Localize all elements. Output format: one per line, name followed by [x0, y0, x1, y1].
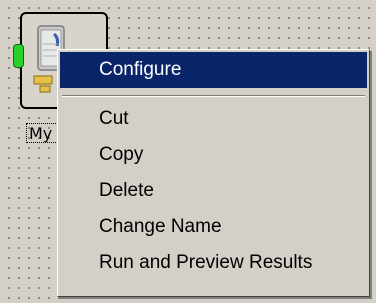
menu-item-delete[interactable]: Delete: [60, 173, 367, 209]
menu-separator: [62, 95, 365, 97]
menu-item-change-name[interactable]: Change Name: [60, 209, 367, 245]
menu-item-cut[interactable]: Cut: [60, 101, 367, 137]
menu-item-run-and-preview-results[interactable]: Run and Preview Results: [60, 245, 367, 281]
menu-item-copy[interactable]: Copy: [60, 137, 367, 173]
context-menu: Configure Cut Copy Delete Change Name Ru…: [57, 49, 370, 297]
menu-item-configure[interactable]: Configure: [60, 52, 367, 88]
design-canvas[interactable]: My Configure Cut Copy Delete Change Name…: [0, 0, 376, 303]
input-port[interactable]: [13, 44, 24, 68]
